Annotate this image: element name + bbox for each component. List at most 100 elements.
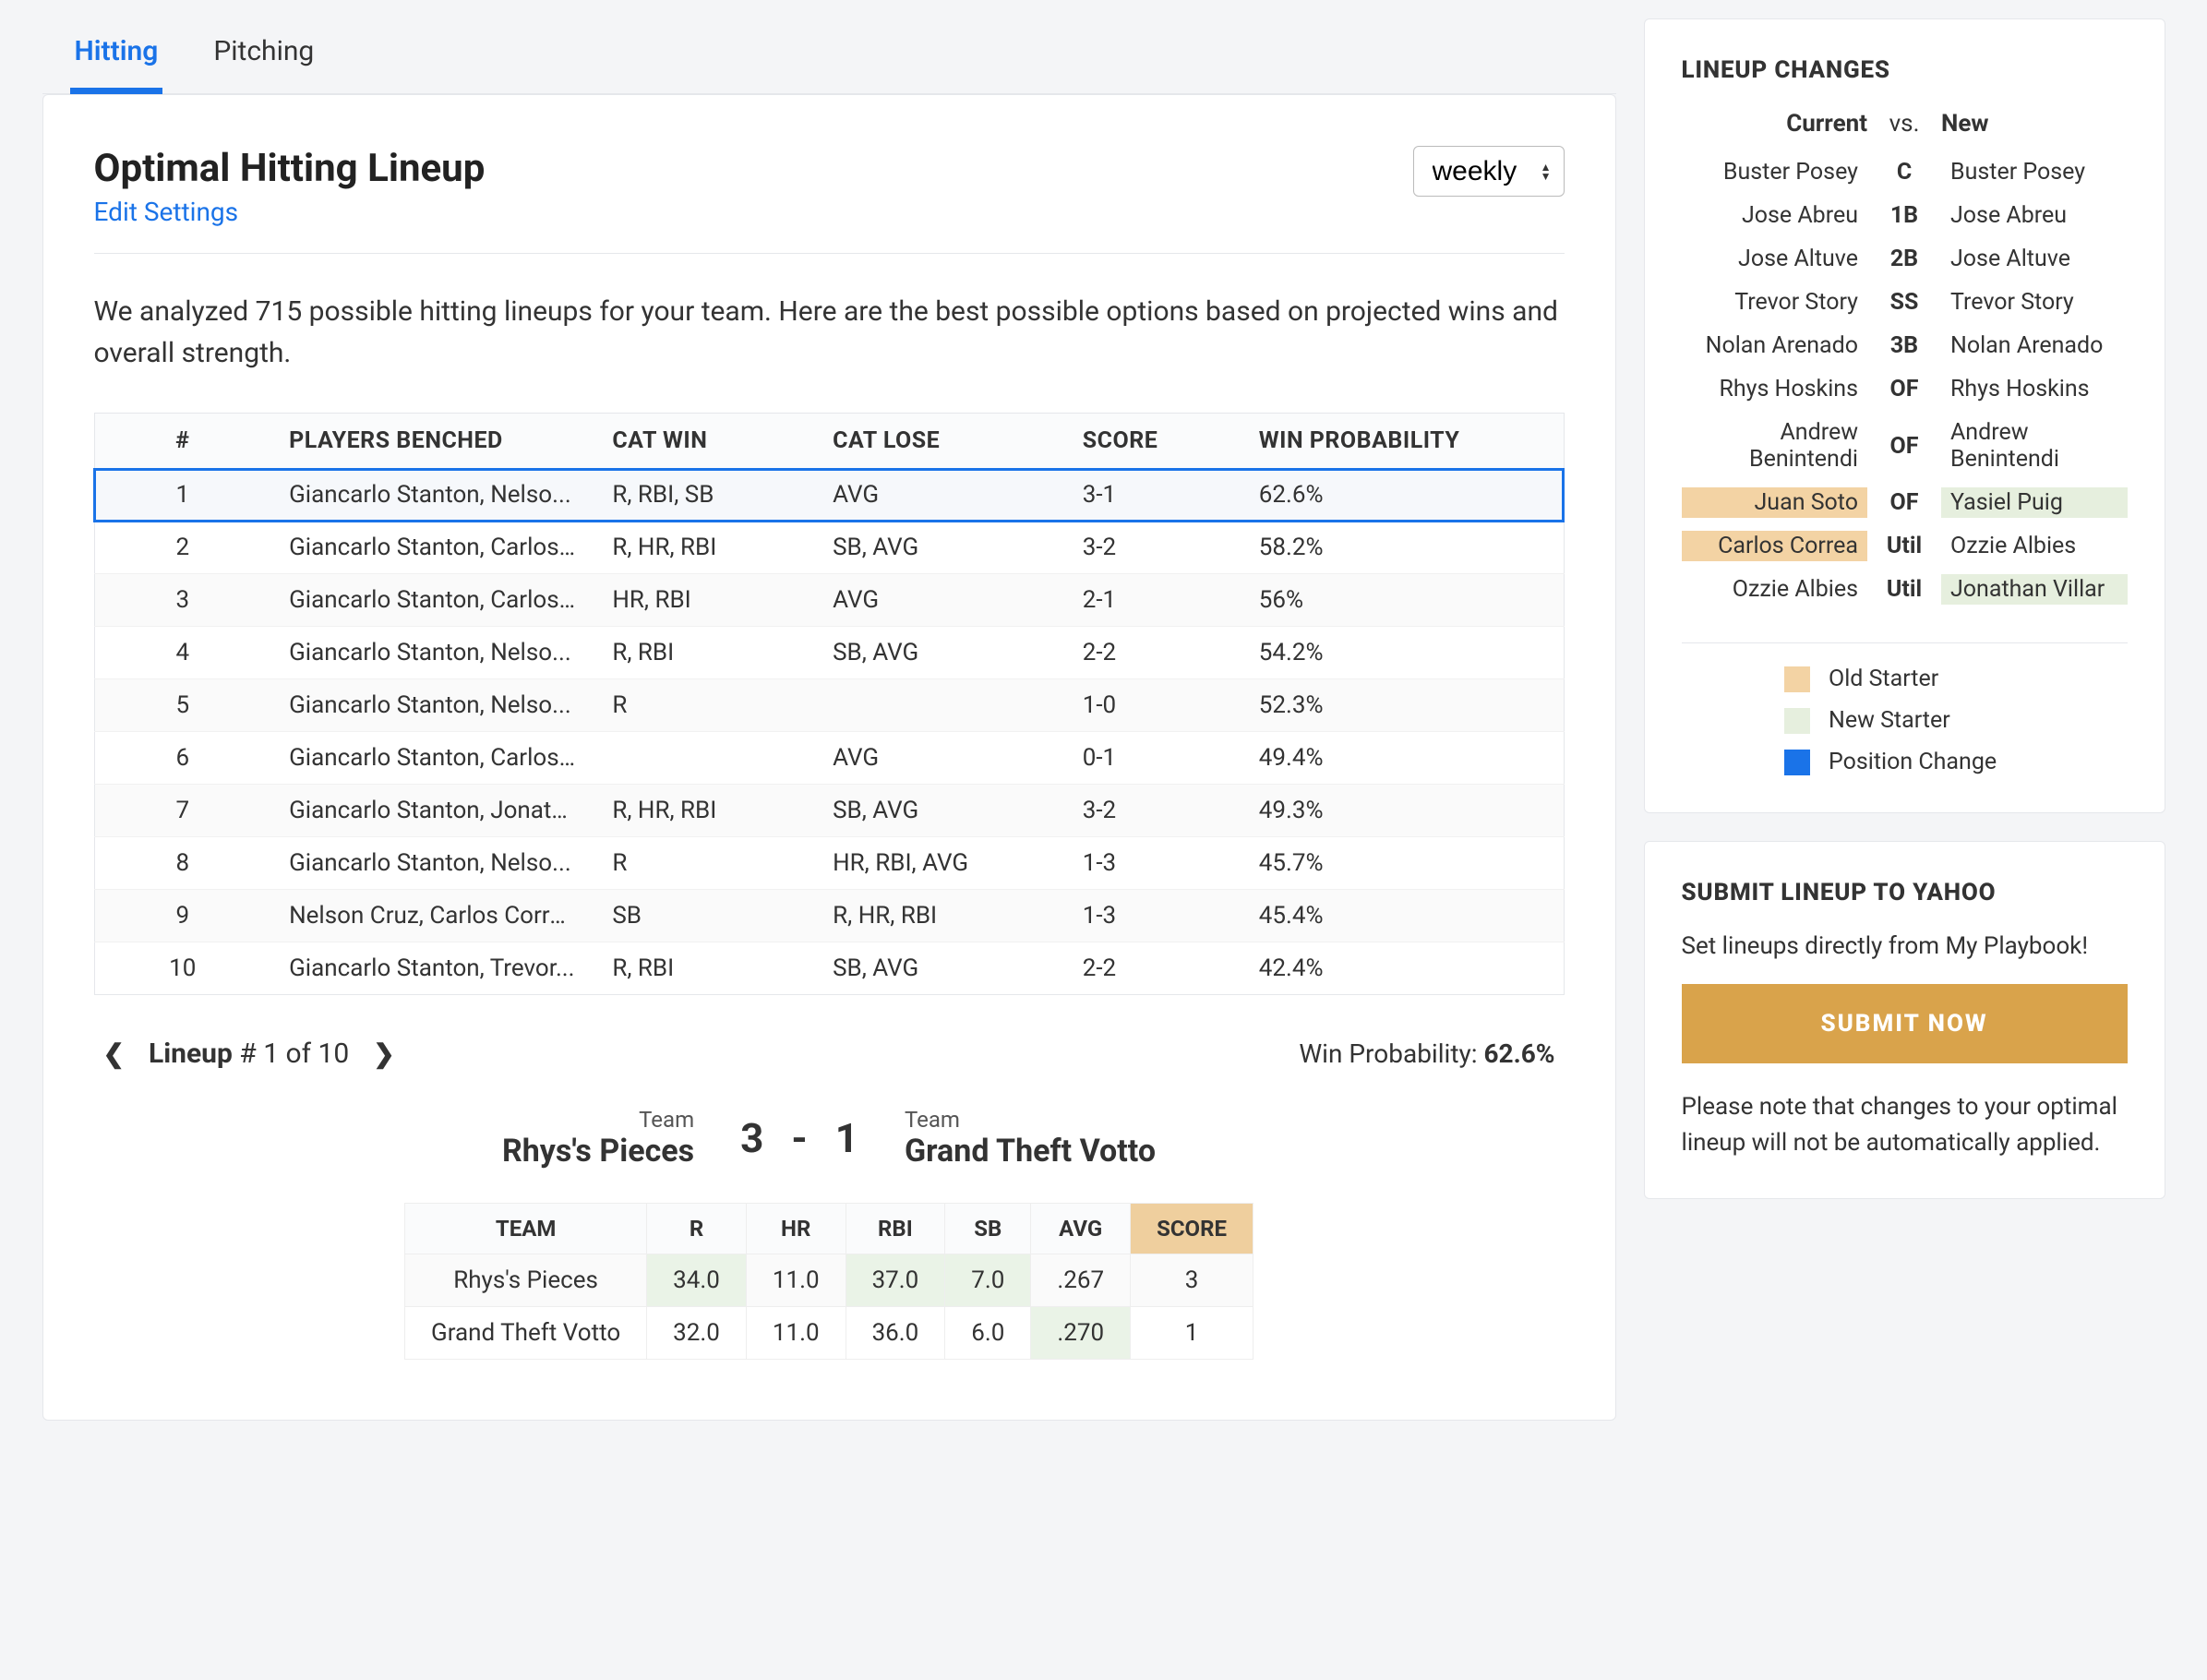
col-new: New (1941, 110, 2118, 138)
tab-pitching[interactable]: Pitching (209, 18, 318, 94)
position-change-swatch (1784, 750, 1810, 775)
matchup: Team Rhys's Pieces 3 - 1 Team Grand Thef… (94, 1107, 1565, 1170)
cell-players: Giancarlo Stanton, Carlos... (270, 522, 594, 574)
stats-sb: 7.0 (945, 1254, 1031, 1307)
change-row: Trevor Story SS Trevor Story (1682, 281, 2128, 324)
frequency-select[interactable]: weekly (1413, 146, 1565, 197)
legend-new-starter: New Starter (1829, 707, 1950, 734)
stats-avg: .270 (1031, 1307, 1131, 1360)
table-row[interactable]: 7 Giancarlo Stanton, Jonath... R, HR, RB… (94, 785, 1564, 837)
submit-title: SUBMIT LINEUP TO YAHOO (1682, 879, 2128, 906)
col-score: SCORE (1064, 414, 1241, 469)
cell-players: Giancarlo Stanton, Nelso... (270, 469, 594, 522)
submit-button[interactable]: SUBMIT NOW (1682, 984, 2128, 1063)
change-row: Rhys Hoskins OF Rhys Hoskins (1682, 367, 2128, 411)
cell-catlose: AVG (814, 469, 1064, 522)
table-row[interactable]: 9 Nelson Cruz, Carlos Corre... SB R, HR,… (94, 890, 1564, 942)
page-title: Optimal Hitting Lineup (94, 146, 486, 191)
change-current: Juan Soto (1682, 487, 1868, 518)
stats-r: 34.0 (647, 1254, 747, 1307)
change-current: Jose Altuve (1682, 244, 1868, 274)
cell-catlose: AVG (814, 732, 1064, 785)
cell-score: 3-2 (1064, 522, 1241, 574)
stats-rbi: 37.0 (846, 1254, 945, 1307)
cell-catwin: R, HR, RBI (594, 785, 814, 837)
stats-avg: .267 (1031, 1254, 1131, 1307)
lineup-label: Lineup (149, 1038, 233, 1070)
cell-players: Giancarlo Stanton, Nelso... (270, 837, 594, 890)
change-new: Jonathan Villar (1941, 574, 2128, 605)
table-row[interactable]: 1 Giancarlo Stanton, Nelso... R, RBI, SB… (94, 469, 1564, 522)
team-name-right: Grand Theft Votto (905, 1133, 1156, 1170)
cell-prob: 45.4% (1241, 890, 1564, 942)
divider (94, 253, 1565, 254)
change-current: Rhys Hoskins (1682, 374, 1868, 404)
cell-score: 3-2 (1064, 785, 1241, 837)
cell-score: 1-0 (1064, 679, 1241, 732)
change-new: Ozzie Albies (1941, 531, 2128, 561)
team-label-right: Team (905, 1107, 1156, 1133)
tab-hitting[interactable]: Hitting (70, 18, 163, 94)
cell-score: 1-3 (1064, 890, 1241, 942)
submit-note: Please note that changes to your optimal… (1682, 1089, 2128, 1161)
col-current: Current (1691, 110, 1868, 138)
change-current: Jose Abreu (1682, 200, 1868, 231)
stats-sb: 6.0 (945, 1307, 1031, 1360)
change-current: Ozzie Albies (1682, 574, 1868, 605)
table-row[interactable]: 8 Giancarlo Stanton, Nelso... R HR, RBI,… (94, 837, 1564, 890)
change-new: Rhys Hoskins (1941, 374, 2128, 404)
col-num: # (94, 414, 270, 469)
table-row[interactable]: 5 Giancarlo Stanton, Nelso... R 1-0 52.3… (94, 679, 1564, 732)
cell-players: Giancarlo Stanton, Trevor... (270, 942, 594, 995)
cell-catlose: SB, AVG (814, 627, 1064, 679)
change-row: Andrew Benintendi OF Andrew Benintendi (1682, 411, 2128, 481)
table-row[interactable]: 2 Giancarlo Stanton, Carlos... R, HR, RB… (94, 522, 1564, 574)
cell-catlose: AVG (814, 574, 1064, 627)
change-row: Buster Posey C Buster Posey (1682, 150, 2128, 194)
win-prob-label: Win Probability: (1299, 1038, 1477, 1069)
cell-num: 2 (94, 522, 270, 574)
cell-catlose: SB, AVG (814, 942, 1064, 995)
table-row[interactable]: 10 Giancarlo Stanton, Trevor... R, RBI S… (94, 942, 1564, 995)
cell-prob: 45.7% (1241, 837, 1564, 890)
cell-catwin: R, HR, RBI (594, 522, 814, 574)
legend-position-change: Position Change (1829, 749, 1997, 775)
cell-num: 1 (94, 469, 270, 522)
cell-catlose: SB, AVG (814, 522, 1064, 574)
cell-catwin (594, 732, 814, 785)
cell-catwin: R (594, 679, 814, 732)
cell-catlose: SB, AVG (814, 785, 1064, 837)
win-prob-value: 62.6% (1483, 1038, 1554, 1069)
stats-table: TEAM R HR RBI SB AVG SCORE Rhys's Pieces… (404, 1203, 1253, 1360)
cell-catwin: R, RBI (594, 627, 814, 679)
new-starter-swatch (1784, 708, 1810, 734)
cell-catwin: R, RBI (594, 942, 814, 995)
cell-score: 1-3 (1064, 837, 1241, 890)
divider (1682, 642, 2128, 643)
change-position: Util (1867, 576, 1941, 603)
change-new: Jose Altuve (1941, 244, 2128, 274)
cell-score: 3-1 (1064, 469, 1241, 522)
cell-prob: 52.3% (1241, 679, 1564, 732)
cell-catwin: R (594, 837, 814, 890)
cell-num: 7 (94, 785, 270, 837)
cell-num: 8 (94, 837, 270, 890)
cell-num: 10 (94, 942, 270, 995)
cell-num: 9 (94, 890, 270, 942)
prev-lineup-button[interactable]: ❮ (103, 1038, 125, 1069)
col-win: CAT WIN (594, 414, 814, 469)
stats-row: Grand Theft Votto 32.0 11.0 36.0 6.0 .27… (405, 1307, 1253, 1360)
change-current: Carlos Correa (1682, 531, 1868, 561)
submit-card: SUBMIT LINEUP TO YAHOO Set lineups direc… (1644, 841, 2165, 1199)
change-position: 2B (1867, 246, 1941, 272)
edit-settings-link[interactable]: Edit Settings (94, 197, 239, 227)
next-lineup-button[interactable]: ❯ (373, 1038, 394, 1069)
table-row[interactable]: 6 Giancarlo Stanton, Carlos... AVG 0-1 4… (94, 732, 1564, 785)
table-row[interactable]: 3 Giancarlo Stanton, Carlos... HR, RBI A… (94, 574, 1564, 627)
lineup-changes-card: LINEUP CHANGES Current vs. New Buster Po… (1644, 18, 2165, 813)
stats-col-team: TEAM (405, 1204, 647, 1254)
stats-score: 1 (1131, 1307, 1253, 1360)
team-name-left: Rhys's Pieces (502, 1133, 694, 1170)
table-row[interactable]: 4 Giancarlo Stanton, Nelso... R, RBI SB,… (94, 627, 1564, 679)
score-left: 3 (740, 1114, 763, 1162)
